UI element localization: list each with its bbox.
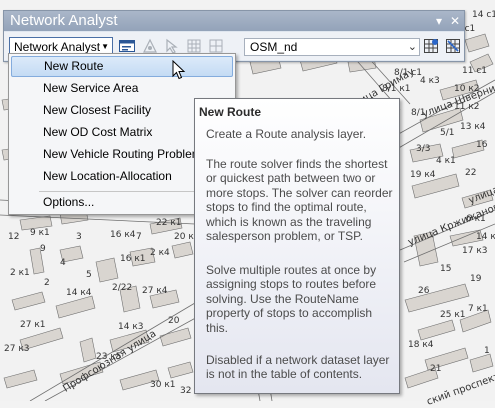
map-house-number: 18 к4 <box>408 340 434 350</box>
map-house-number: 4 <box>60 258 66 268</box>
map-house-number: 6 к1 <box>466 214 486 224</box>
map-house-number: 3/3 <box>416 144 431 154</box>
map-house-number: 13 к4 <box>460 122 486 132</box>
map-house-number: 2/22 <box>112 283 133 293</box>
map-house-number: 8/1 с1 <box>394 68 423 78</box>
map-house-number: 3 <box>76 232 82 242</box>
chevron-down-icon: ⌄ <box>407 41 417 53</box>
map-house-number: 10 к2 <box>454 84 480 94</box>
map-house-number: 26 <box>418 286 430 296</box>
map-house-number: 2 <box>44 278 50 288</box>
map-house-number: 27 к3 <box>4 344 30 354</box>
map-house-number: 19 <box>470 274 482 284</box>
map-house-number: 16 <box>476 140 488 150</box>
map-house-number: 27 к1 <box>20 320 46 330</box>
map-house-number: 16 к4 <box>110 230 136 240</box>
map-house-number: 20 <box>168 316 180 326</box>
map-house-number: 1 <box>484 346 490 356</box>
map-house-number: 4 к3 <box>420 76 440 86</box>
tooltip-paragraph: Solve multiple routes at once by assigni… <box>206 263 377 335</box>
tooltip-title: New Route <box>199 105 262 119</box>
network-dataset-value: OSM_nd <box>250 40 298 54</box>
map-house-number: 7 к1 <box>468 304 488 314</box>
map-house-number: 14 к3 <box>118 322 144 332</box>
menu-item-label: New Closest Facility <box>43 103 152 117</box>
map-house-number: 8/1 <box>411 108 426 118</box>
map-house-number: 2 к1 <box>10 268 30 278</box>
build-network-icon[interactable] <box>422 37 440 55</box>
menu-item-label: Options... <box>43 195 95 209</box>
map-house-number: 9 к1 <box>30 228 50 238</box>
map-house-number: 22 к1 <box>156 218 182 228</box>
map-house-number: 32 <box>180 386 192 396</box>
map-house-number: 8/1 к1 <box>382 84 411 94</box>
menu-button-label: Network Analyst <box>14 40 101 54</box>
map-house-number: 23 к5 <box>96 352 122 362</box>
tooltip-new-route: New Route Create a Route analysis layer.… <box>194 98 400 394</box>
map-house-number: 14 с1 <box>472 10 495 20</box>
menu-item-label: New Route <box>44 59 104 73</box>
menu-item-new-route[interactable]: New Route <box>11 56 233 77</box>
window-title: Network Analyst <box>10 12 118 29</box>
map-house-number: 4 к1 <box>436 156 456 166</box>
map-house-number: 19 к4 <box>410 170 436 180</box>
map-house-number: 9 <box>40 244 46 254</box>
mouse-pointer-icon <box>172 59 186 85</box>
map-house-number: 5 <box>86 270 92 280</box>
map-house-number: 14 к2 <box>476 232 495 242</box>
menu-item-label: New Location-Allocation <box>43 169 172 183</box>
menu-item-new-service-area[interactable]: New Service Area <box>11 78 233 99</box>
menu-item-label: New Service Area <box>43 81 139 95</box>
window-titlebar[interactable]: Network Analyst ▾ ✕ <box>4 11 464 31</box>
map-house-number: 30 к1 <box>150 380 176 390</box>
menu-item-label: New OD Cost Matrix <box>43 125 153 139</box>
map-house-number: 27 к4 <box>142 286 168 296</box>
map-house-number: 2 к4 <box>150 248 170 258</box>
network-dataset-select[interactable]: OSM_nd ⌄ <box>244 38 420 56</box>
map-house-number: 17 к3 <box>462 246 488 256</box>
map-house-number: 7 <box>136 232 142 242</box>
map-house-number: 11 с1 <box>462 66 487 76</box>
map-house-number: 15 <box>440 264 452 274</box>
map-house-number: 21 <box>430 364 442 374</box>
map-house-number: 22 <box>465 168 477 178</box>
pin-icon[interactable]: ▾ <box>432 13 446 29</box>
map-house-number: 25 к1 <box>440 310 466 320</box>
tooltip-paragraph: Disabled if a network dataset layer is n… <box>206 353 390 382</box>
close-icon[interactable]: ✕ <box>448 13 462 29</box>
menu-item-label: New Vehicle Routing Problem <box>43 147 202 161</box>
map-house-number: 16 к1 <box>120 254 146 264</box>
map-house-number: 11 к2 <box>454 102 480 112</box>
tooltip-paragraph: Create a Route analysis layer. <box>206 127 367 141</box>
map-house-number: 14 к4 <box>66 288 92 298</box>
map-house-number: 12 <box>8 232 20 242</box>
map-house-number: 5/1 <box>440 128 455 138</box>
network-identify-icon[interactable] <box>444 37 462 55</box>
tooltip-paragraph: The route solver finds the shortest or q… <box>206 157 393 244</box>
